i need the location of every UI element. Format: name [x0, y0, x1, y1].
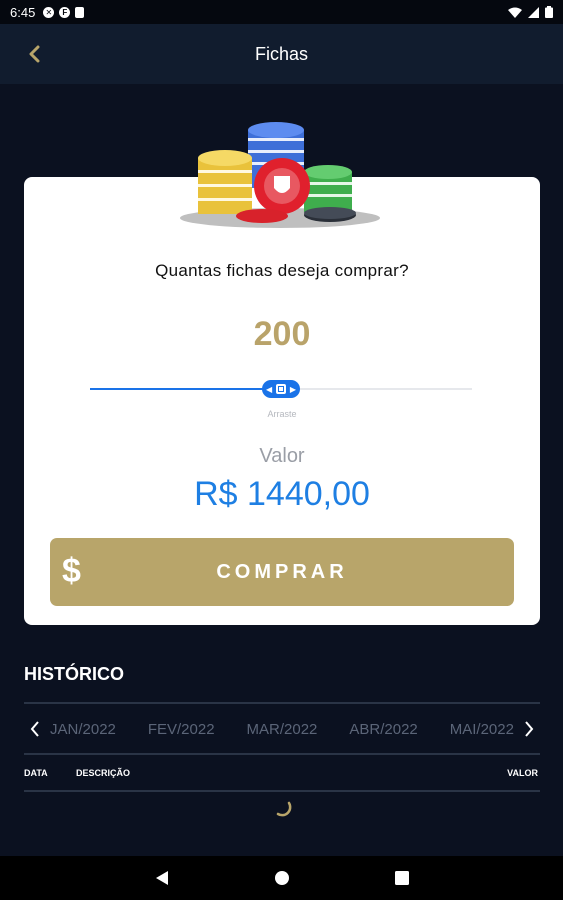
chevron-left-icon: [29, 45, 40, 63]
previous-month-button[interactable]: [24, 706, 46, 752]
yellow-chip-stack: [198, 150, 252, 214]
circle-home-icon: [274, 871, 289, 885]
column-description: DESCRIÇÃO: [76, 768, 131, 778]
month-tab[interactable]: JAN/2022: [50, 721, 116, 738]
chip-amount: 200: [253, 315, 311, 353]
xbox-notification-icon: ✕: [43, 6, 55, 18]
history-title: HISTÓRICO: [24, 664, 125, 684]
next-month-button[interactable]: [518, 706, 540, 752]
month-tab[interactable]: MAI/2022: [450, 721, 514, 738]
signal-icon: [528, 6, 539, 18]
status-time: 6:45: [10, 4, 36, 20]
slider-fill: [90, 388, 281, 390]
drag-handle-icon: [276, 384, 286, 394]
slider-hint: Arraste: [267, 409, 297, 419]
purchase-card: Quantas fichas deseja comprar? 200 ◀ ▶ A…: [24, 177, 540, 625]
chevron-right-small-icon: ▶: [289, 384, 296, 394]
month-tab[interactable]: ABR/2022: [349, 721, 417, 738]
month-tab[interactable]: MAR/2022: [247, 721, 318, 738]
chip-amount-slider[interactable]: ◀ ▶: [90, 377, 472, 401]
green-chip-stack: [304, 165, 352, 212]
history-divider-top: [24, 702, 540, 704]
poker-chips-illustration: [180, 122, 380, 228]
app-notification-icon: F: [59, 6, 71, 18]
triangle-back-icon: [155, 871, 168, 885]
loading-spinner-icon: [276, 801, 292, 817]
nav-home-button[interactable]: [272, 868, 292, 888]
status-bar: 6:45 ✕ F: [0, 0, 563, 24]
price-label: Valor: [259, 445, 305, 467]
square-recents-icon: [394, 871, 409, 885]
chevron-right-icon: [525, 721, 534, 737]
buy-button[interactable]: $ COMPRAR: [50, 538, 514, 606]
month-selector: JAN/2022 FEV/2022 MAR/2022 ABR/2022 MAI/…: [24, 706, 540, 752]
page-title: Fichas: [254, 43, 308, 64]
chevron-left-small-icon: ◀: [266, 384, 273, 394]
column-date: DATA: [24, 768, 48, 778]
history-table-header: DATA DESCRIÇÃO VALOR: [24, 768, 540, 780]
history-divider-middle: [24, 753, 540, 755]
red-chip: [254, 158, 310, 214]
system-navigation-bar: [0, 856, 563, 900]
sd-card-icon: [75, 6, 85, 18]
back-button[interactable]: [18, 38, 50, 70]
price-value: R$ 1440,00: [194, 475, 370, 513]
purchase-question: Quantas fichas deseja comprar?: [155, 261, 409, 280]
buy-button-label: COMPRAR: [216, 560, 348, 583]
wifi-icon: [508, 7, 522, 18]
slider-thumb[interactable]: ◀ ▶: [262, 380, 300, 398]
month-tab[interactable]: FEV/2022: [148, 721, 215, 738]
history-divider-bottom: [24, 790, 540, 792]
battery-icon: [545, 6, 553, 18]
app-bar: Fichas: [0, 24, 563, 84]
column-value: VALOR: [507, 768, 538, 778]
chevron-left-icon: [30, 721, 39, 737]
nav-recents-button[interactable]: [392, 868, 412, 888]
nav-back-button[interactable]: [152, 868, 172, 888]
dollar-icon: $: [62, 552, 81, 590]
